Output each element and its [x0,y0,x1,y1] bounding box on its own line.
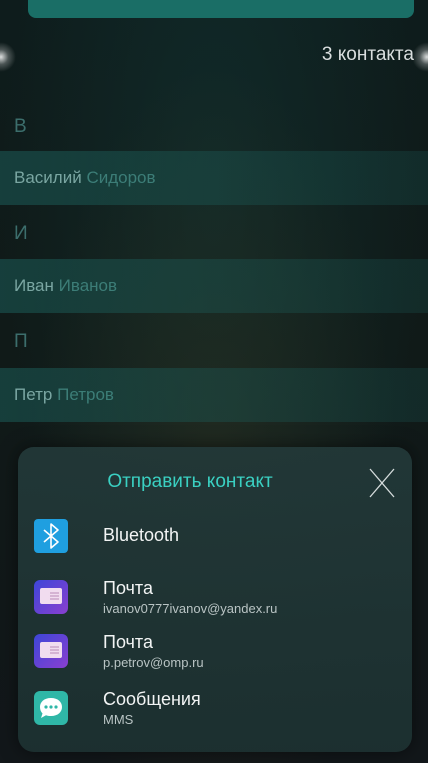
option-label: Почта [103,632,153,652]
option-label: Сообщения [103,689,201,709]
section-header: И [14,223,28,244]
share-option-messages[interactable]: Сообщения MMS [34,687,404,739]
share-option-mail[interactable]: Почта ivanov0777ivanov@yandex.ru [34,576,404,628]
edge-glow-left [0,42,16,72]
contact-last-name: Сидоров [86,168,156,187]
share-option-mail[interactable]: Почта p.petrov@omp.ru [34,630,404,682]
share-option-bluetooth[interactable]: Bluetooth [34,515,404,567]
contact-first-name: Петр [14,385,53,404]
section-header: П [14,331,28,352]
edge-glow-right [412,42,428,72]
contact-last-name: Петров [57,385,114,404]
contact-row-petrov[interactable]: Петр Петров [0,368,428,422]
close-button[interactable] [362,463,402,503]
close-icon [369,468,395,498]
contact-row-ivanov[interactable]: Иван Иванов [0,259,428,313]
screen: 3 контакта В Василий Сидоров И Иван Иван… [0,0,428,763]
option-label: Почта [103,578,153,598]
contact-first-name: Иван [14,276,54,295]
messages-icon [34,691,68,725]
pulley-indicator [28,0,414,18]
contact-last-name: Иванов [58,276,118,295]
option-label: Bluetooth [103,525,180,545]
contact-row-sidorov[interactable]: Василий Сидоров [0,151,428,205]
section-header: В [14,116,27,137]
option-sublabel: ivanov0777ivanov@yandex.ru [103,601,278,616]
share-sheet-title: Отправить контакт [107,471,273,492]
option-sublabel: p.petrov@omp.ru [103,655,204,670]
mail-icon [34,580,68,614]
share-sheet: Отправить контакт Bluetooth Почта ivanov… [18,447,412,752]
mail-icon [34,634,68,668]
bluetooth-icon [34,519,68,553]
contact-first-name: Василий [14,168,82,187]
contact-count: 3 контакта [321,44,414,65]
option-sublabel: MMS [103,712,134,727]
